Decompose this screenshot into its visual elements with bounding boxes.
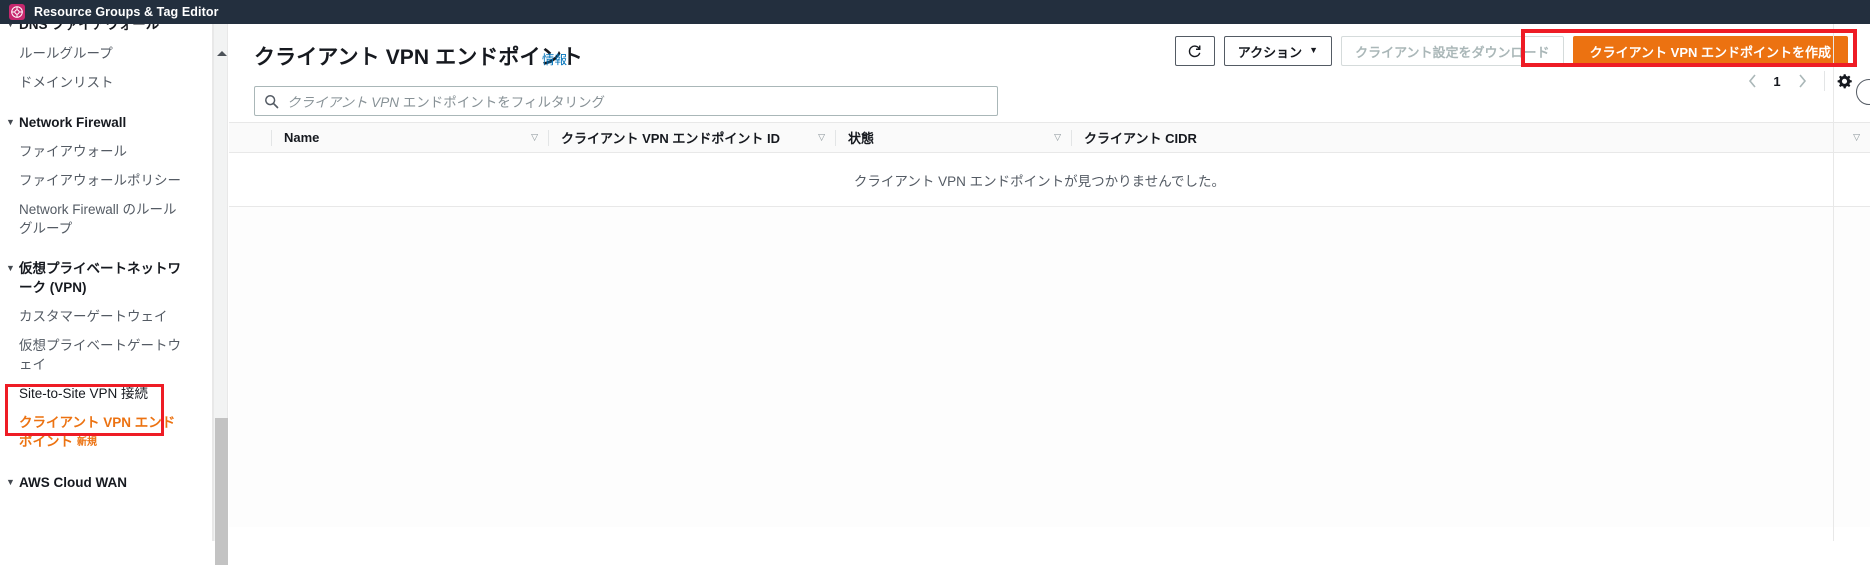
gear-icon[interactable]	[1834, 71, 1854, 91]
sidebar-item-client-vpn-endpoints[interactable]: クライアント VPN エンドポイント 新規	[0, 408, 196, 457]
column-header-label: クライアント CIDR	[1084, 131, 1197, 146]
column-header-label: クライアント VPN エンドポイント ID	[561, 131, 781, 146]
top-navigation-bar: Resource Groups & Tag Editor	[0, 0, 1870, 24]
sidebar-item-firewall-policies[interactable]: ファイアウォールポリシー	[0, 166, 196, 195]
table-empty-message: クライアント VPN エンドポイントが見つかりませんでした。	[229, 153, 1870, 207]
chevron-left-icon[interactable]	[1739, 68, 1765, 94]
new-badge: 新規	[77, 437, 97, 448]
search-placeholder-rest: エンドポイントをフィルタリング	[398, 95, 605, 110]
pagination-divider	[1824, 71, 1825, 91]
search-input[interactable]: クライアント VPN エンドポイントをフィルタリング	[254, 86, 998, 116]
pagination-controls: 1	[1739, 68, 1854, 94]
sidebar-group-label: DNS ファイアウォール	[19, 24, 160, 32]
chevron-down-icon: ▼	[6, 24, 15, 29]
sidebar-group-vpn[interactable]: ▼ 仮想プライベートネットワーク (VPN)	[0, 254, 196, 302]
header-action-buttons: アクション ▼ クライアント設定をダウンロード クライアント VPN エンドポイ…	[1174, 36, 1848, 66]
right-panel-divider	[1833, 24, 1834, 541]
table-select-all-cell	[229, 123, 271, 153]
pagination-page-number[interactable]: 1	[1765, 74, 1789, 89]
sidebar-item-virtual-private-gateways[interactable]: 仮想プライベートゲートウェイ	[0, 331, 196, 379]
sidebar-item-rule-groups[interactable]: ルールグループ	[0, 39, 196, 68]
column-header-label: 状態	[848, 131, 875, 146]
actions-label: アクション	[1237, 44, 1303, 60]
column-header-state[interactable]: 状態 ▽	[836, 123, 1071, 153]
content-header: クライアント VPN エンドポイント 情報 アクション ▼ クライアント設定をダ…	[229, 24, 1870, 86]
resource-groups-logo-icon	[9, 4, 25, 20]
sort-icon[interactable]: ▽	[531, 132, 538, 143]
sort-icon[interactable]: ▽	[818, 132, 825, 143]
download-client-config-button: クライアント設定をダウンロード	[1341, 36, 1564, 66]
sidebar-scrollbar[interactable]	[213, 24, 228, 565]
sidebar-item-site-to-site-vpn[interactable]: Site-to-Site VPN 接続	[0, 379, 196, 408]
scroll-up-arrow-icon[interactable]	[217, 51, 227, 56]
chevron-down-icon: ▼	[6, 117, 15, 127]
sort-icon[interactable]: ▽	[1054, 132, 1061, 143]
column-header-label: Name	[284, 130, 320, 145]
search-placeholder: クライアント VPN エンドポイントをフィルタリング	[287, 91, 605, 111]
sidebar-group-dns-firewall[interactable]: ▼ DNS ファイアウォール	[0, 24, 196, 39]
sidebar-item-label: クライアント VPN エンドポイント	[19, 415, 176, 449]
sidebar-item-firewalls[interactable]: ファイアウォール	[0, 137, 196, 166]
sidebar-item-network-firewall-rule-groups[interactable]: Network Firewall のルールグループ	[0, 195, 196, 243]
sort-icon[interactable]: ▽	[1853, 132, 1860, 143]
chevron-down-icon: ▼	[6, 263, 15, 273]
sidebar-nav-list: ▼ DNS ファイアウォール ルールグループ ドメインリスト ▼ Network…	[0, 24, 196, 497]
topbar-title: Resource Groups & Tag Editor	[34, 5, 219, 19]
sidebar-group-label: AWS Cloud WAN	[19, 475, 127, 490]
chevron-down-icon: ▼	[1309, 45, 1319, 55]
refresh-button[interactable]	[1174, 36, 1215, 66]
sidebar-scroll-thumb[interactable]	[215, 418, 228, 565]
sidebar-group-label: Network Firewall	[19, 115, 127, 130]
sidebar-group-cloud-wan[interactable]: ▼ AWS Cloud WAN	[0, 468, 196, 497]
column-header-client-cidr[interactable]: クライアント CIDR ▽	[1072, 123, 1870, 153]
column-header-endpoint-id[interactable]: クライアント VPN エンドポイント ID ▽	[549, 123, 835, 153]
chevron-down-icon: ▼	[6, 477, 15, 487]
sidebar-item-domain-lists[interactable]: ドメインリスト	[0, 68, 196, 97]
sidebar-item-customer-gateways[interactable]: カスタマーゲートウェイ	[0, 302, 196, 331]
main-content: クライアント VPN エンドポイント 情報 アクション ▼ クライアント設定をダ…	[229, 24, 1870, 541]
search-icon	[265, 94, 279, 108]
client-vpn-endpoints-table: Name ▽ クライアント VPN エンドポイント ID ▽ 状態 ▽ クライア…	[229, 122, 1870, 527]
sidebar-navigation: ▼ DNS ファイアウォール ルールグループ ドメインリスト ▼ Network…	[0, 24, 196, 541]
actions-dropdown-button[interactable]: アクション ▼	[1223, 36, 1333, 66]
refresh-icon	[1189, 44, 1201, 57]
page-title: クライアント VPN エンドポイント	[254, 46, 583, 69]
table-header-row: Name ▽ クライアント VPN エンドポイント ID ▽ 状態 ▽ クライア…	[229, 123, 1870, 153]
search-placeholder-italic: クライアント VPN	[287, 95, 399, 110]
table-empty-body	[229, 207, 1870, 527]
info-link[interactable]: 情報	[542, 49, 567, 68]
search-row: クライアント VPN エンドポイントをフィルタリング	[229, 86, 1870, 122]
chevron-right-icon[interactable]	[1789, 68, 1815, 94]
create-client-vpn-endpoint-button[interactable]: クライアント VPN エンドポイントを作成	[1572, 36, 1848, 66]
column-header-name[interactable]: Name ▽	[272, 123, 548, 153]
sidebar-group-network-firewall[interactable]: ▼ Network Firewall	[0, 108, 196, 137]
sidebar-group-label: 仮想プライベートネットワーク (VPN)	[19, 261, 181, 295]
